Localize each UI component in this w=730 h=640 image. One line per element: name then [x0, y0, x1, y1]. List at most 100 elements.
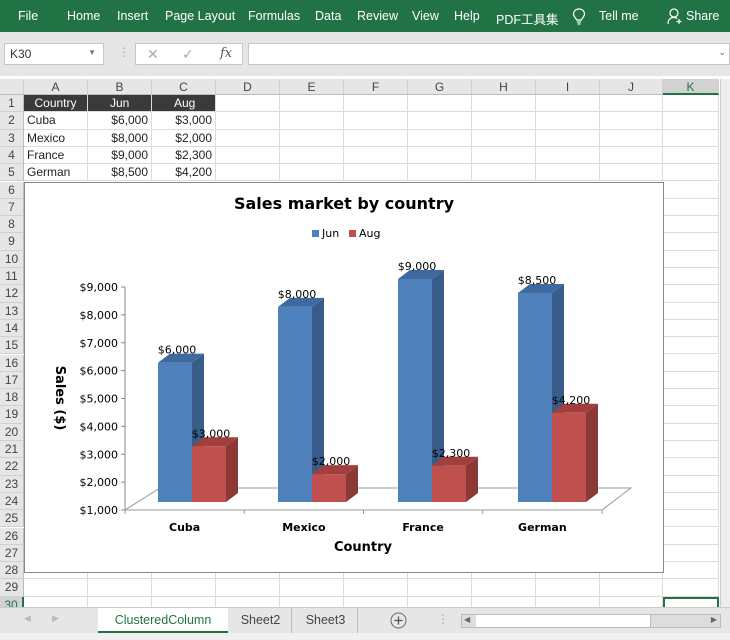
- cell-a2[interactable]: Cuba: [24, 112, 88, 130]
- column-header-a[interactable]: A: [24, 79, 88, 95]
- share-button[interactable]: Share: [686, 9, 719, 23]
- cell-g4[interactable]: [408, 146, 472, 165]
- cell-k3[interactable]: [663, 129, 719, 147]
- select-all-corner[interactable]: [0, 79, 24, 95]
- column-header-k[interactable]: K: [663, 79, 719, 95]
- cell-i1[interactable]: [536, 95, 600, 113]
- cell-k20[interactable]: [663, 423, 719, 441]
- sheet-tab-sheet3[interactable]: Sheet3: [294, 608, 358, 633]
- add-sheet-icon[interactable]: [390, 612, 407, 629]
- cell-g5[interactable]: [408, 164, 472, 182]
- row-header-22[interactable]: 22: [0, 458, 24, 476]
- row-header-19[interactable]: 19: [0, 406, 24, 424]
- tab-page-layout[interactable]: Page Layout: [165, 9, 235, 23]
- row-header-29[interactable]: 29: [0, 579, 24, 597]
- cell-k16[interactable]: [663, 354, 719, 372]
- tell-me-search[interactable]: Tell me: [599, 9, 639, 23]
- cell-h3[interactable]: [472, 129, 536, 147]
- cell-f29[interactable]: [344, 579, 408, 597]
- cell-g2[interactable]: [408, 112, 472, 130]
- column-header-g[interactable]: G: [408, 79, 472, 95]
- cancel-icon[interactable]: ✕: [147, 46, 159, 63]
- cell-b4[interactable]: $9,000: [88, 146, 152, 165]
- drag-handle-icon[interactable]: ⋮: [118, 45, 130, 59]
- cell-e29[interactable]: [280, 579, 344, 597]
- column-header-c[interactable]: C: [152, 79, 216, 95]
- expand-formula-icon[interactable]: ⌄: [718, 47, 726, 58]
- bar-aug-cuba[interactable]: [192, 437, 238, 502]
- row-header-26[interactable]: 26: [0, 527, 24, 545]
- row-header-23[interactable]: 23: [0, 475, 24, 493]
- column-header-f[interactable]: F: [344, 79, 408, 95]
- cell-c3[interactable]: $2,000: [152, 129, 216, 147]
- cell-k5[interactable]: [663, 164, 719, 182]
- cell-i2[interactable]: [536, 112, 600, 130]
- cell-g1[interactable]: [408, 95, 472, 113]
- cell-k12[interactable]: [663, 285, 719, 303]
- name-box[interactable]: K30 ▼: [4, 43, 104, 65]
- bar-aug-france[interactable]: [432, 456, 478, 502]
- tab-home[interactable]: Home: [67, 9, 100, 23]
- row-header-14[interactable]: 14: [0, 319, 24, 338]
- tab-view[interactable]: View: [412, 9, 439, 23]
- bar-aug-german[interactable]: [552, 403, 598, 502]
- row-header-4[interactable]: 4: [0, 146, 24, 165]
- cell-h29[interactable]: [472, 579, 536, 597]
- cell-b3[interactable]: $8,000: [88, 129, 152, 147]
- row-header-11[interactable]: 11: [0, 268, 24, 286]
- row-header-27[interactable]: 27: [0, 544, 24, 563]
- cell-k22[interactable]: [663, 458, 719, 476]
- cell-a4[interactable]: France: [24, 146, 88, 165]
- cell-k27[interactable]: [663, 544, 719, 563]
- row-header-6[interactable]: 6: [0, 181, 24, 199]
- enter-check-icon[interactable]: ✓: [182, 46, 194, 63]
- cell-f4[interactable]: [344, 146, 408, 165]
- cell-j3[interactable]: [600, 129, 663, 147]
- row-header-1[interactable]: 1: [0, 95, 24, 113]
- cell-f5[interactable]: [344, 164, 408, 182]
- column-header-i[interactable]: I: [536, 79, 600, 95]
- cell-c1[interactable]: Aug: [152, 95, 216, 113]
- tab-file[interactable]: File: [18, 9, 38, 23]
- cell-k11[interactable]: [663, 268, 719, 286]
- cell-c29[interactable]: [152, 579, 216, 597]
- column-header-d[interactable]: D: [216, 79, 280, 95]
- tab-data[interactable]: Data: [315, 9, 341, 23]
- scroll-tabs-left-icon[interactable]: ◀: [24, 613, 31, 624]
- row-header-20[interactable]: 20: [0, 423, 24, 441]
- horizontal-scroll-thumb[interactable]: [476, 615, 651, 627]
- cell-e3[interactable]: [280, 129, 344, 147]
- cell-j4[interactable]: [600, 146, 663, 165]
- cell-c4[interactable]: $2,300: [152, 146, 216, 165]
- row-header-7[interactable]: 7: [0, 198, 24, 217]
- cell-h5[interactable]: [472, 164, 536, 182]
- cell-a3[interactable]: Mexico: [24, 129, 88, 147]
- cell-c2[interactable]: $3,000: [152, 112, 216, 130]
- cell-e5[interactable]: [280, 164, 344, 182]
- cell-k17[interactable]: [663, 371, 719, 390]
- tab-pdf-tools[interactable]: PDF工具集: [496, 9, 559, 28]
- cell-k10[interactable]: [663, 250, 719, 268]
- cell-e2[interactable]: [280, 112, 344, 130]
- tab-insert[interactable]: Insert: [117, 9, 148, 23]
- row-header-9[interactable]: 9: [0, 233, 24, 251]
- horizontal-scrollbar[interactable]: ◀ ▶: [461, 614, 721, 628]
- cell-f2[interactable]: [344, 112, 408, 130]
- tab-help[interactable]: Help: [454, 9, 480, 23]
- insert-function-icon[interactable]: fx: [220, 46, 232, 61]
- vertical-scrollbar[interactable]: [720, 79, 730, 607]
- row-header-8[interactable]: 8: [0, 216, 24, 234]
- row-header-21[interactable]: 21: [0, 441, 24, 459]
- cell-d1[interactable]: [216, 95, 280, 113]
- cell-b2[interactable]: $6,000: [88, 112, 152, 130]
- cell-k15[interactable]: [663, 337, 719, 355]
- cell-b1[interactable]: Jun: [88, 95, 152, 113]
- row-header-12[interactable]: 12: [0, 285, 24, 303]
- sheet-tab-clusteredcolumn[interactable]: ClusteredColumn: [98, 608, 228, 633]
- cell-g29[interactable]: [408, 579, 472, 597]
- cell-k26[interactable]: [663, 527, 719, 545]
- row-header-13[interactable]: 13: [0, 302, 24, 320]
- cell-k13[interactable]: [663, 302, 719, 320]
- cell-f1[interactable]: [344, 95, 408, 113]
- cell-k2[interactable]: [663, 112, 719, 130]
